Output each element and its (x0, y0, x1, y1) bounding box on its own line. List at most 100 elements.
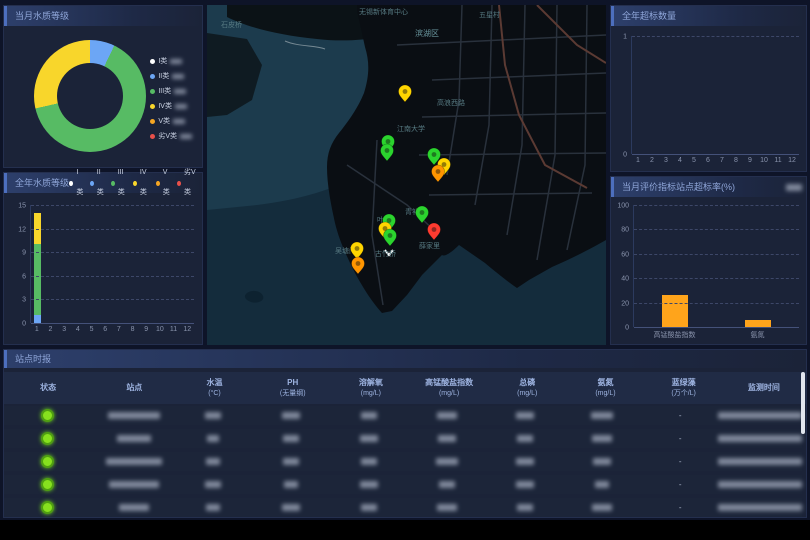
table-row[interactable]: - (4, 452, 802, 471)
table-body: - - - - - (4, 406, 802, 521)
header-badge-redacted (786, 184, 802, 191)
bar-group (634, 205, 799, 327)
cell (92, 481, 176, 488)
legend-label: V类 (163, 163, 172, 203)
legend-dot (69, 181, 73, 186)
table-row[interactable]: - (4, 498, 802, 517)
col-header-label: 高锰酸盐指数 (409, 378, 489, 388)
legend-item[interactable]: IV类 (133, 163, 150, 203)
y-tick-label: 0 (625, 325, 629, 332)
gridline: 100 (634, 205, 799, 206)
map-panel[interactable]: 石皮桥无锡新体育中心滨湖区五星村高浪西路江南大学青祁桥叶巷薛家里吴塘门古竹桥 (207, 5, 606, 345)
cell (718, 504, 802, 511)
cell (251, 458, 331, 465)
legend-label: I类 (158, 56, 167, 66)
pin-center-dot (386, 139, 391, 144)
legend-value-redacted (174, 89, 186, 94)
pin-center-dot (436, 169, 441, 174)
cell (331, 435, 407, 442)
legend-item[interactable]: V类 (156, 163, 171, 203)
legend-label: IV类 (140, 163, 150, 203)
legend-dot (90, 181, 94, 186)
redacted-value (282, 504, 300, 511)
legend-label: II类 (158, 71, 169, 81)
cell (487, 481, 563, 488)
panel-header: 全年水质等级 I类II类III类IV类V类劣V类 (4, 173, 202, 193)
legend-dot (150, 134, 155, 139)
gridline: 1 (632, 36, 799, 37)
cell (331, 412, 407, 419)
legend-value-redacted (172, 74, 184, 79)
legend-item[interactable]: III类 (150, 86, 192, 96)
panel-title: 全年超标数量 (622, 6, 676, 26)
y-tick-label: 40 (621, 276, 629, 283)
table-row[interactable]: - (4, 429, 802, 448)
col-header-label: 溶解氧 (333, 378, 409, 388)
legend-value-redacted (180, 134, 192, 139)
col-header-label: PH (253, 378, 333, 388)
cell (331, 481, 407, 488)
legend-label: III类 (158, 86, 171, 96)
status-dot-green (41, 501, 54, 514)
table-scrollbar[interactable] (801, 372, 805, 434)
legend-item[interactable]: I类 (150, 56, 192, 66)
legend-item[interactable]: II类 (90, 163, 105, 203)
redacted-value (595, 481, 609, 488)
redacted-value (718, 435, 802, 442)
x-tick-label: 11 (167, 326, 181, 333)
x-tick-label: 8 (729, 157, 743, 164)
redacted-value (591, 412, 613, 419)
table-row[interactable]: - (4, 406, 802, 425)
table-header-row: 状态站点水温(°C)PH(无量纲)溶解氧(mg/L)高锰酸盐指数(mg/L)总磷… (4, 372, 806, 404)
redacted-value (437, 412, 457, 419)
table-row[interactable]: - (4, 475, 802, 494)
x-tick-label: 氨氮 (716, 330, 799, 340)
city-map[interactable]: 石皮桥无锡新体育中心滨湖区五星村高浪西路江南大学青祁桥叶巷薛家里吴塘门古竹桥 (207, 5, 606, 345)
redacted-value (592, 504, 612, 511)
legend-item[interactable]: 劣V类 (177, 163, 198, 203)
redacted-value (516, 412, 534, 419)
panel-title: 全年水质等级 (15, 173, 69, 193)
redacted-value (361, 458, 377, 465)
col-header-label: 水温 (176, 378, 252, 388)
x-tick-label: 2 (645, 157, 659, 164)
cell (487, 412, 563, 419)
redacted-value (284, 481, 298, 488)
panel-header: 当月评价指标站点超标率(%) (611, 177, 806, 197)
x-tick-label: 12 (785, 157, 799, 164)
bar-slot (634, 205, 717, 327)
cell: - (642, 434, 718, 443)
legend-label: I类 (76, 163, 84, 203)
cell (487, 435, 563, 442)
redacted-value (360, 435, 378, 442)
redacted-value (437, 504, 457, 511)
x-tick-label: 5 (85, 326, 99, 333)
cell (718, 481, 802, 488)
col-header: 蓝绿藻(万个/L) (646, 378, 722, 397)
redacted-value (516, 481, 534, 488)
map-label: 薛家里 (419, 241, 440, 250)
y-tick-label: 6 (22, 273, 26, 280)
legend-item[interactable]: III类 (111, 163, 127, 203)
x-tick-label: 1 (631, 157, 645, 164)
legend-dot (150, 74, 155, 79)
col-header-unit: (mg/L) (565, 389, 645, 398)
legend-item[interactable]: 劣V类 (150, 131, 192, 141)
bar-高锰酸盐指数 (662, 295, 688, 327)
redacted-value (517, 435, 533, 442)
legend-item[interactable]: IV类 (150, 101, 192, 111)
x-tick-label: 11 (771, 157, 785, 164)
table-title-bar: 站点时报 (4, 350, 806, 368)
bar-labels: 高锰酸盐指数氨氮 (633, 330, 799, 340)
legend-item[interactable]: V类 (150, 116, 192, 126)
year-grade-plot: 15129630 (30, 205, 194, 323)
redacted-value (205, 481, 221, 488)
panel-year-exceed-count: 全年超标数量 10 123456789101112 (610, 5, 807, 172)
redacted-value (108, 412, 160, 419)
y-tick-label: 9 (22, 250, 26, 257)
legend-label: III类 (118, 163, 128, 203)
legend-item[interactable]: I类 (69, 163, 84, 203)
cell (563, 412, 643, 419)
redacted-value (106, 458, 162, 465)
legend-item[interactable]: II类 (150, 71, 192, 81)
